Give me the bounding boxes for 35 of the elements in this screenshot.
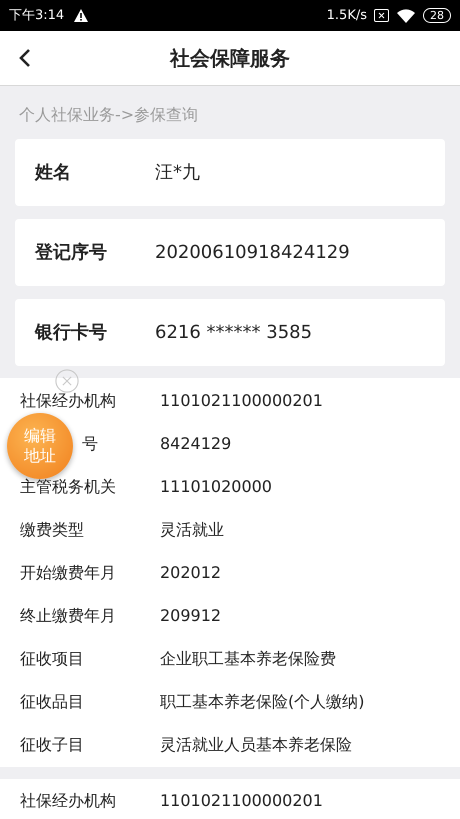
back-icon[interactable]: [19, 48, 31, 68]
sim-icon: [374, 9, 389, 22]
field-label: 号: [82, 434, 98, 452]
field-label: 征收子目: [20, 734, 84, 754]
field-label: 征收项目: [20, 648, 84, 668]
field-value: 1101021100000201: [160, 790, 323, 812]
status-time: 下午3:14: [9, 6, 64, 25]
field-value: 209912: [160, 604, 222, 626]
field-value: 企业职工基本养老保险费: [160, 648, 336, 670]
field-value: 8424129: [160, 432, 232, 454]
field-value: 1101021100000201: [160, 390, 323, 412]
field-value: 职工基本养老保险(个人缴纳): [160, 690, 364, 712]
card-value: 汪*九: [155, 161, 200, 185]
field-label: 社保经办机构: [20, 790, 116, 810]
field-label: 开始缴费年月: [20, 562, 116, 582]
field-value: 灵活就业: [160, 518, 224, 540]
field-value: 202012: [160, 562, 222, 584]
field-value: 11101020000: [160, 476, 272, 498]
breadcrumb: 个人社保业务->参保查询: [19, 105, 198, 124]
battery-icon: 28: [423, 8, 451, 23]
field-label: 征收品目: [20, 692, 84, 710]
field-value: 灵活就业人员基本养老保险: [160, 734, 352, 756]
wifi-icon: [397, 8, 415, 22]
card-label: 银行卡号: [34, 321, 108, 345]
field-label: 终止缴费年月: [20, 606, 116, 624]
card-label: 登记序号: [34, 241, 108, 265]
card-label: 姓名: [34, 161, 72, 185]
card-value: 20200610918424129: [155, 241, 350, 265]
warning-icon: [74, 9, 88, 22]
field-label: 社保经办机构: [20, 390, 116, 410]
network-speed: 1.5K/s: [326, 6, 367, 25]
page-title: 社会保障服务: [170, 45, 290, 72]
field-label: 主管税务机关: [20, 476, 116, 496]
card-value: 6216 ****** 3585: [155, 321, 312, 345]
field-label: 缴费类型: [20, 520, 84, 538]
